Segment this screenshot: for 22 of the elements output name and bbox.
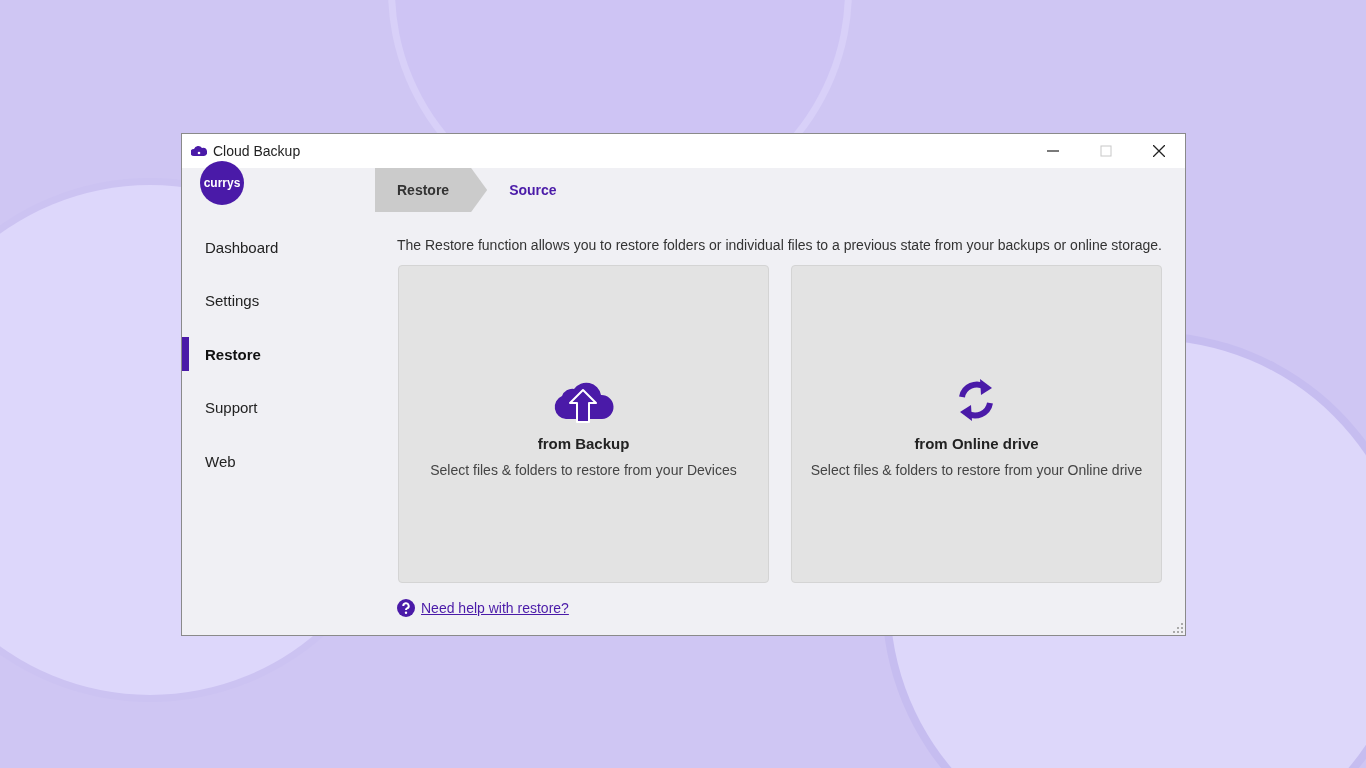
sidebar-item[interactable]: Dashboard	[182, 230, 375, 264]
card-title: from Backup	[537, 434, 630, 452]
card-subtitle: Select files & folders to restore from your Devices	[430, 461, 737, 478]
breadcrumb-step[interactable]: Restore	[375, 168, 488, 212]
logo: currys	[200, 161, 244, 205]
option-card[interactable]: from Online drive Select files & folders to restore from your Online drive	[791, 265, 1162, 583]
cloud-icon	[191, 143, 207, 159]
close-icon	[1152, 145, 1165, 157]
help-icon	[397, 599, 415, 617]
window-title: Cloud Backup	[213, 143, 302, 159]
card-subtitle: Select files & folders to restore from your Online drive	[810, 461, 1143, 478]
option-card[interactable]: from Backup Select files & folders to restore from your Devices	[398, 265, 769, 583]
sidebar-item[interactable]: Web	[182, 444, 375, 478]
sidebar-item[interactable]: Restore	[182, 337, 375, 371]
description-text: The Restore function allows you to restore folders or individual files to a previous state from your backups or online storage.	[397, 237, 1162, 253]
sidebar-item[interactable]: Support	[182, 390, 375, 425]
maximize-icon	[1099, 145, 1112, 157]
sidebar-item[interactable]: Settings	[182, 283, 375, 318]
help-link[interactable]: Need help with restore?	[421, 600, 569, 616]
card-title: from Online drive	[914, 434, 1039, 452]
resize-grip-icon[interactable]	[1172, 622, 1183, 633]
breadcrumb-step[interactable]: Source	[487, 168, 581, 212]
